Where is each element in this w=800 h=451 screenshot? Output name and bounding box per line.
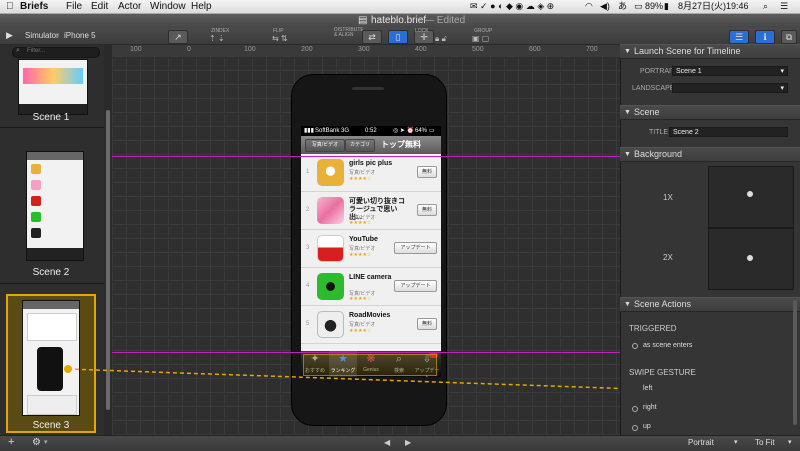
trigger-dot-icon[interactable] (632, 343, 638, 349)
next-scene-icon[interactable]: ▶ (405, 438, 411, 447)
chevron-down-icon: ▾ (780, 85, 784, 92)
gear-icon[interactable]: ⚙ (32, 437, 41, 448)
dot-icon (747, 255, 753, 261)
swipe-dot-icon[interactable] (632, 425, 638, 431)
previous-scene-icon[interactable]: ◀ (384, 438, 390, 447)
triggered-label: TRIGGERED (629, 324, 677, 333)
swipe-dot-icon[interactable] (632, 406, 638, 412)
section-title: Scene (634, 107, 660, 117)
portrait-select[interactable]: Scene 1 ▾ (672, 66, 788, 76)
swipe-up-item[interactable]: up (643, 423, 651, 430)
section-title: Scene Actions (634, 299, 692, 309)
action-link-line (67, 368, 636, 390)
disclosure-icon: ▼ (624, 301, 631, 308)
section-title: Launch Scene for Timeline (634, 46, 741, 56)
swipe-right-item[interactable]: right (643, 404, 657, 411)
chevron-down-icon: ▾ (788, 439, 792, 446)
section-scene-actions[interactable]: ▼ Scene Actions (620, 297, 800, 312)
chevron-down-icon: ▾ (734, 439, 738, 446)
landscape-select[interactable]: ▾ (672, 83, 788, 93)
zoom-select[interactable]: To Fit ▾ (755, 437, 795, 448)
swipe-label: SWIPE GESTURE (629, 368, 696, 377)
swipe-left-item[interactable]: left (643, 385, 652, 392)
trigger-item[interactable]: as scene enters (643, 342, 692, 349)
portrait-label: PORTRAIT (640, 68, 676, 75)
dot-icon (747, 191, 753, 197)
bg-1x-well[interactable] (708, 166, 794, 228)
disclosure-icon: ▼ (624, 151, 631, 158)
title-label: TITLE (649, 129, 669, 136)
disclosure-icon: ▼ (624, 109, 631, 116)
section-title: Background (634, 149, 683, 159)
section-background[interactable]: ▼ Background (620, 147, 800, 162)
scene-title-input[interactable]: Scene 2 (669, 127, 788, 137)
landscape-label: LANDSCAPE (632, 85, 675, 92)
inspector-scroll-thumb[interactable] (793, 300, 797, 425)
section-launch-scene[interactable]: ▼ Launch Scene for Timeline (620, 44, 800, 59)
section-scene[interactable]: ▼ Scene (620, 105, 800, 120)
disclosure-icon: ▼ (624, 48, 631, 55)
bg-2x-label: 2X (663, 253, 673, 262)
portrait-value: Scene 1 (676, 68, 702, 75)
chevron-down-icon[interactable]: ▾ (44, 438, 48, 446)
zoom-value: To Fit (755, 438, 775, 447)
orientation-value: Portrait (688, 438, 714, 447)
chevron-down-icon: ▾ (780, 68, 784, 75)
link-start-handle[interactable] (64, 365, 72, 373)
bg-2x-well[interactable] (708, 228, 794, 290)
bottom-bar: + ⚙ ▾ ◀ ▶ Portrait ▾ To Fit ▾ (0, 435, 800, 451)
add-scene-button[interactable]: + (8, 436, 14, 448)
bg-1x-label: 1X (663, 193, 673, 202)
scene-title-value: Scene 2 (673, 129, 699, 136)
orientation-select[interactable]: Portrait ▾ (688, 437, 742, 448)
